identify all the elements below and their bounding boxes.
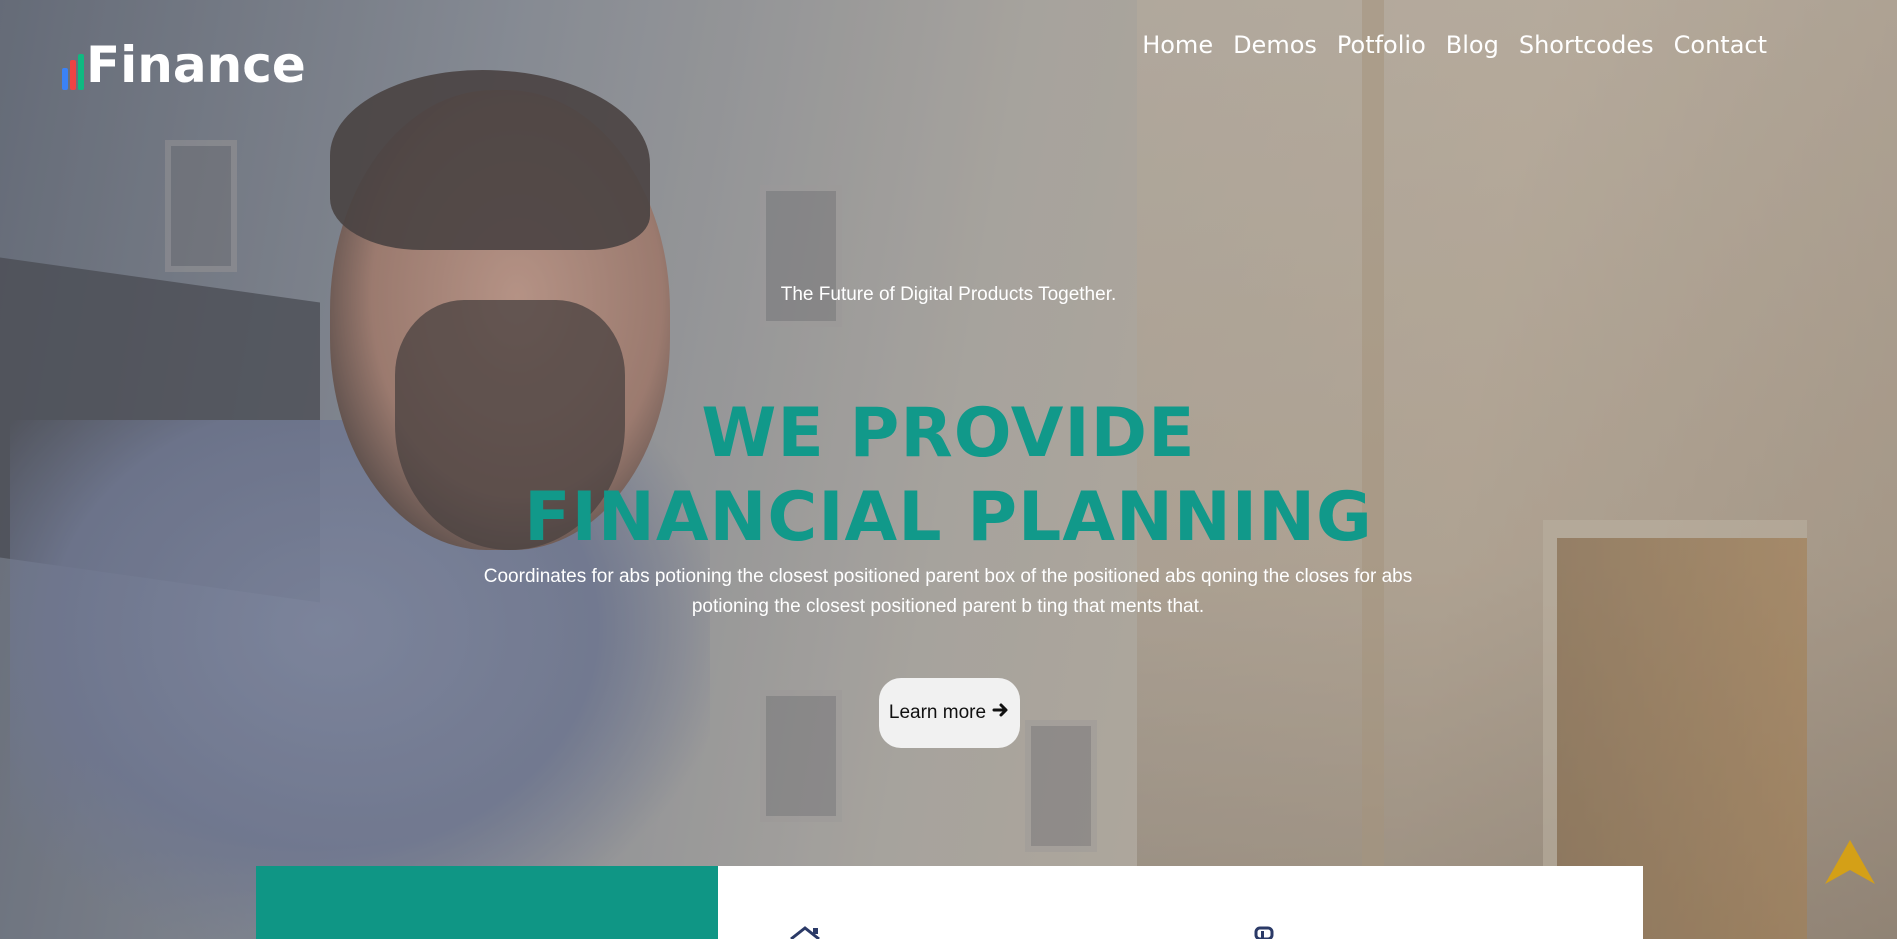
nav-item-contact[interactable]: Contact [1674,28,1767,62]
logo-bars-icon [62,40,84,90]
hero-headline: WE PROVIDE FINANCIAL PLANNING [0,392,1897,560]
learn-more-label: Learn more [888,702,987,723]
hero-headline-line1: WE PROVIDE [701,394,1196,473]
feature-panel-accent [256,866,718,939]
logo-bar [62,68,68,90]
document-icon [1248,926,1282,939]
site-logo[interactable]: Finance [62,34,306,90]
hero-tagline: The Future of Digital Products Together. [780,284,1117,305]
hero-description: Coordinates for abs potioning the closes… [483,566,1413,617]
nav-item-home[interactable]: Home [1142,28,1213,62]
logo-text: Finance [86,36,306,94]
logo-bar [70,60,76,90]
hero-headline-line2: FINANCIAL PLANNING [524,478,1373,557]
arrow-up-icon [1825,840,1875,884]
nav-item-portfolio[interactable]: Potfolio [1337,28,1426,62]
nav-item-shortcodes[interactable]: Shortcodes [1519,28,1654,62]
logo-bar [78,54,84,90]
hero-section: Finance Home Demos Potfolio Blog Shortco… [0,0,1897,939]
nav-item-demos[interactable]: Demos [1233,28,1317,62]
scroll-top-button[interactable] [1823,838,1877,892]
main-nav: Home Demos Potfolio Blog Shortcodes Cont… [1142,28,1767,62]
feature-panel [718,866,1643,939]
nav-item-blog[interactable]: Blog [1446,28,1499,62]
arrow-right-icon [992,701,1010,725]
learn-more-button[interactable]: Learn more [879,678,1020,748]
house-icon [789,926,823,939]
